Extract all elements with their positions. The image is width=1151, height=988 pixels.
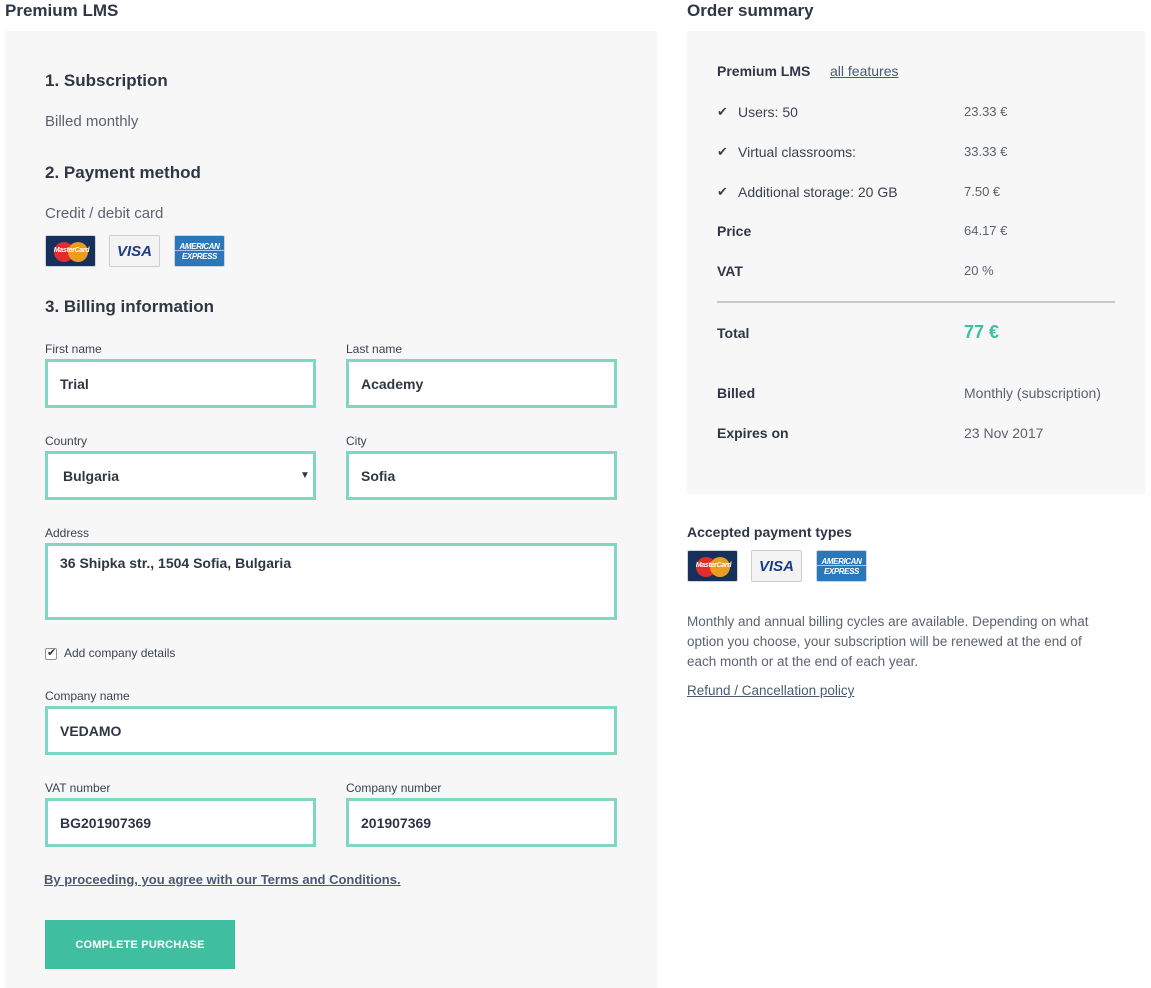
payment-method-value: Credit / debit card xyxy=(45,205,164,222)
country-select[interactable]: Bulgaria xyxy=(45,451,316,500)
city-input[interactable] xyxy=(346,451,617,500)
company-number-input[interactable] xyxy=(346,798,617,847)
mastercard-logo: MasterCard xyxy=(45,235,96,267)
feature-classrooms-label: Virtual classrooms: xyxy=(738,144,857,160)
vat-value: 20 % xyxy=(964,263,994,278)
mastercard-logo: MasterCard xyxy=(687,550,738,582)
check-icon: ✔ xyxy=(717,184,728,199)
city-label: City xyxy=(346,434,367,448)
company-details-label[interactable]: Add company details xyxy=(64,646,175,660)
country-label: Country xyxy=(45,434,88,448)
refund-policy-link[interactable]: Refund / Cancellation policy xyxy=(687,683,854,698)
company-details-checkbox[interactable]: ✔ xyxy=(45,647,57,660)
check-icon: ✔ xyxy=(717,104,728,119)
total-value: 77 € xyxy=(964,322,1000,342)
vat-number-label: VAT number xyxy=(45,781,111,795)
complete-purchase-button[interactable]: Complete purchase xyxy=(45,920,235,969)
first-name-input[interactable] xyxy=(45,359,316,408)
subscription-heading: 1. Subscription xyxy=(45,71,168,90)
visa-logo: VISA xyxy=(751,550,802,582)
feature-users-price: 23.33 € xyxy=(964,104,1008,119)
company-name-input[interactable] xyxy=(45,706,617,755)
first-name-label: First name xyxy=(45,342,102,356)
price-label: Price xyxy=(717,223,752,239)
address-label: Address xyxy=(45,526,90,540)
feature-storage-label: Additional storage: 20 GB xyxy=(738,184,898,200)
vat-label: VAT xyxy=(717,263,743,279)
amex-logo: AMERICAN EXPRESS xyxy=(816,550,867,582)
company-name-label: Company name xyxy=(45,689,130,703)
billing-info-heading: 3. Billing information xyxy=(45,297,215,316)
expires-value: 23 Nov 2017 xyxy=(964,425,1044,441)
summary-divider xyxy=(717,301,1115,303)
check-icon: ✔ xyxy=(717,144,728,159)
order-summary-title: Order summary xyxy=(687,1,814,20)
price-value: 64.17 € xyxy=(964,223,1008,238)
all-features-link[interactable]: all features xyxy=(830,63,898,79)
terms-and-conditions-link[interactable]: By proceeding, you agree with our Terms … xyxy=(44,872,401,887)
page-title: Premium LMS xyxy=(5,1,119,20)
vat-number-input[interactable] xyxy=(45,798,316,847)
payment-method-heading: 2. Payment method xyxy=(45,163,201,182)
expires-label: Expires on xyxy=(717,425,789,441)
last-name-label: Last name xyxy=(346,342,403,356)
billing-cycle-note: Monthly and annual billing cycles are av… xyxy=(687,614,1089,669)
subscription-value: Billed monthly xyxy=(45,113,139,130)
last-name-input[interactable] xyxy=(346,359,617,408)
total-label: Total xyxy=(717,325,750,341)
accepted-payment-types-title: Accepted payment types xyxy=(687,524,852,540)
address-input[interactable]: 36 Shipka str., 1504 Sofia, Bulgaria xyxy=(45,543,617,620)
feature-classrooms-price: 33.33 € xyxy=(964,144,1008,159)
billed-label: Billed xyxy=(717,385,756,401)
visa-logo: VISA xyxy=(109,235,160,267)
summary-plan-name: Premium LMS xyxy=(717,63,811,79)
company-number-label: Company number xyxy=(346,781,442,795)
billed-value: Monthly (subscription) xyxy=(964,385,1101,401)
feature-storage-price: 7.50 € xyxy=(964,184,1001,199)
check-icon: ✔ xyxy=(47,647,57,659)
feature-users-label: Users: 50 xyxy=(738,104,798,120)
amex-logo: AMERICAN EXPRESS xyxy=(174,235,225,267)
